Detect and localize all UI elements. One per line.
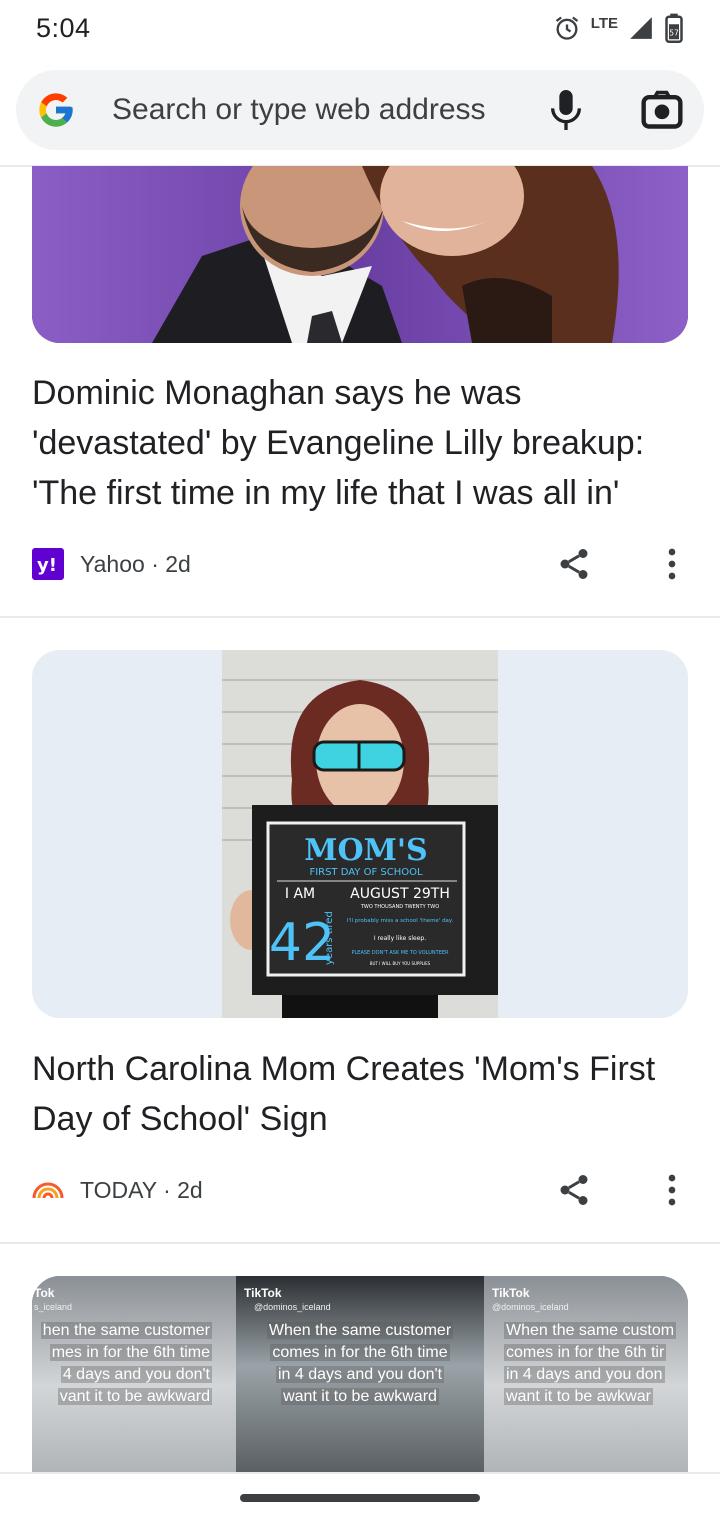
alarm-icon [555, 16, 578, 40]
caption-line: in 4 days and you don't [275, 1366, 445, 1383]
network-type: LTE [590, 14, 618, 32]
article-title[interactable]: Dominic Monaghan says he was 'devastated… [32, 368, 692, 518]
yahoo-logo-icon: y! [32, 548, 64, 580]
caption-line: 4 days and you don't [60, 1366, 212, 1383]
article-source: Yahoo · 2d [80, 550, 191, 577]
share-icon[interactable] [556, 546, 592, 582]
search-bar[interactable]: Search or type web address [16, 70, 704, 150]
article-meta-row: y! Yahoo · 2d [32, 544, 688, 584]
caption-line: want it to be awkwar [504, 1388, 653, 1405]
sign-date: AUGUST 29TH [350, 886, 450, 902]
tiktok-logo: TikTok [244, 1286, 282, 1300]
caption-line: comes in for the 6th time [270, 1344, 450, 1361]
sign-heading: MOM'S [304, 833, 427, 868]
caption-line: mes in for the 6th time [49, 1344, 212, 1361]
article-image-tiktok[interactable]: Tok s_iceland hen the same customer mes … [32, 1276, 688, 1472]
card-divider [0, 1242, 720, 1244]
tiktok-caption: hen the same customer mes in for the 6th… [32, 1320, 212, 1408]
sign-year: TWO THOUSAND TWENTY TWO [360, 904, 439, 910]
article-image-moms-sign[interactable]: MOM'S FIRST DAY OF SCHOOL I AM 42 years … [32, 650, 688, 1018]
tiktok-caption: When the same custom comes in for the 6t… [492, 1320, 688, 1408]
caption-line: vant it to be awkward [57, 1388, 212, 1405]
status-time: 5:04 [36, 12, 91, 43]
home-gesture-handle[interactable] [240, 1494, 480, 1502]
more-options-icon[interactable] [666, 1174, 678, 1206]
status-bar: 5:04 LTE 57 [0, 0, 720, 56]
sign-line-1: I'll probably miss a school 'theme' day. [347, 918, 454, 924]
tiktok-logo: Tok [34, 1286, 55, 1300]
svg-text:y!: y! [37, 555, 57, 576]
tiktok-handle: @dominos_iceland [492, 1302, 569, 1312]
camera-lens-icon[interactable] [640, 88, 684, 132]
card-divider [0, 616, 720, 618]
sign-line-4: BUT I WILL BUY YOU SUPPLIES [370, 961, 431, 966]
article-meta-row: TODAY · 2d [32, 1170, 688, 1210]
couple-photo [32, 166, 688, 343]
mic-icon[interactable] [546, 88, 586, 132]
caption-line: When the same customer [266, 1322, 454, 1339]
signal-icon [630, 17, 652, 39]
today-logo-icon [32, 1182, 64, 1199]
caption-line: comes in for the 6th tir [504, 1344, 667, 1361]
sign-line-2: I really like sleep. [374, 935, 426, 942]
search-input[interactable]: Search or type web address [112, 93, 546, 127]
sign-i-am: I AM [285, 886, 315, 902]
caption-line: hen the same customer [40, 1322, 212, 1339]
caption-line: in 4 days and you don [504, 1366, 665, 1383]
status-icons: LTE 57 [553, 13, 684, 43]
discover-feed: Dominic Monaghan says he was 'devastated… [0, 166, 720, 1472]
more-options-icon[interactable] [666, 548, 678, 580]
tiktok-handle: @dominos_iceland [254, 1302, 331, 1312]
battery-level: 57 [669, 29, 679, 38]
article-source: TODAY · 2d [80, 1176, 203, 1203]
gesture-nav-bar [0, 1472, 720, 1520]
caption-line: want it to be awkward [281, 1388, 439, 1405]
article-image-monaghan[interactable] [32, 166, 688, 343]
tiktok-caption: When the same customer comes in for the … [236, 1320, 484, 1408]
sign-subheading: FIRST DAY OF SCHOOL [309, 867, 423, 878]
google-logo-icon [39, 93, 73, 127]
moms-sign-photo: MOM'S FIRST DAY OF SCHOOL I AM 42 years … [32, 650, 688, 1018]
battery-icon: 57 [665, 13, 683, 43]
tiktok-panel: TikTok @dominos_iceland When the same cu… [236, 1276, 484, 1472]
tiktok-panel: TikTok @dominos_iceland When the same cu… [484, 1276, 688, 1472]
tiktok-logo: TikTok [492, 1286, 530, 1300]
caption-line: When the same custom [504, 1322, 677, 1339]
sign-side-text: years tired [324, 911, 335, 965]
tiktok-handle: s_iceland [34, 1302, 73, 1312]
tiktok-panel: Tok s_iceland hen the same customer mes … [32, 1276, 236, 1472]
sign-line-3: PLEASE DON'T ASK ME TO VOLUNTEER [351, 950, 449, 956]
article-title[interactable]: North Carolina Mom Creates 'Mom's First … [32, 1044, 692, 1144]
share-icon[interactable] [556, 1172, 592, 1208]
